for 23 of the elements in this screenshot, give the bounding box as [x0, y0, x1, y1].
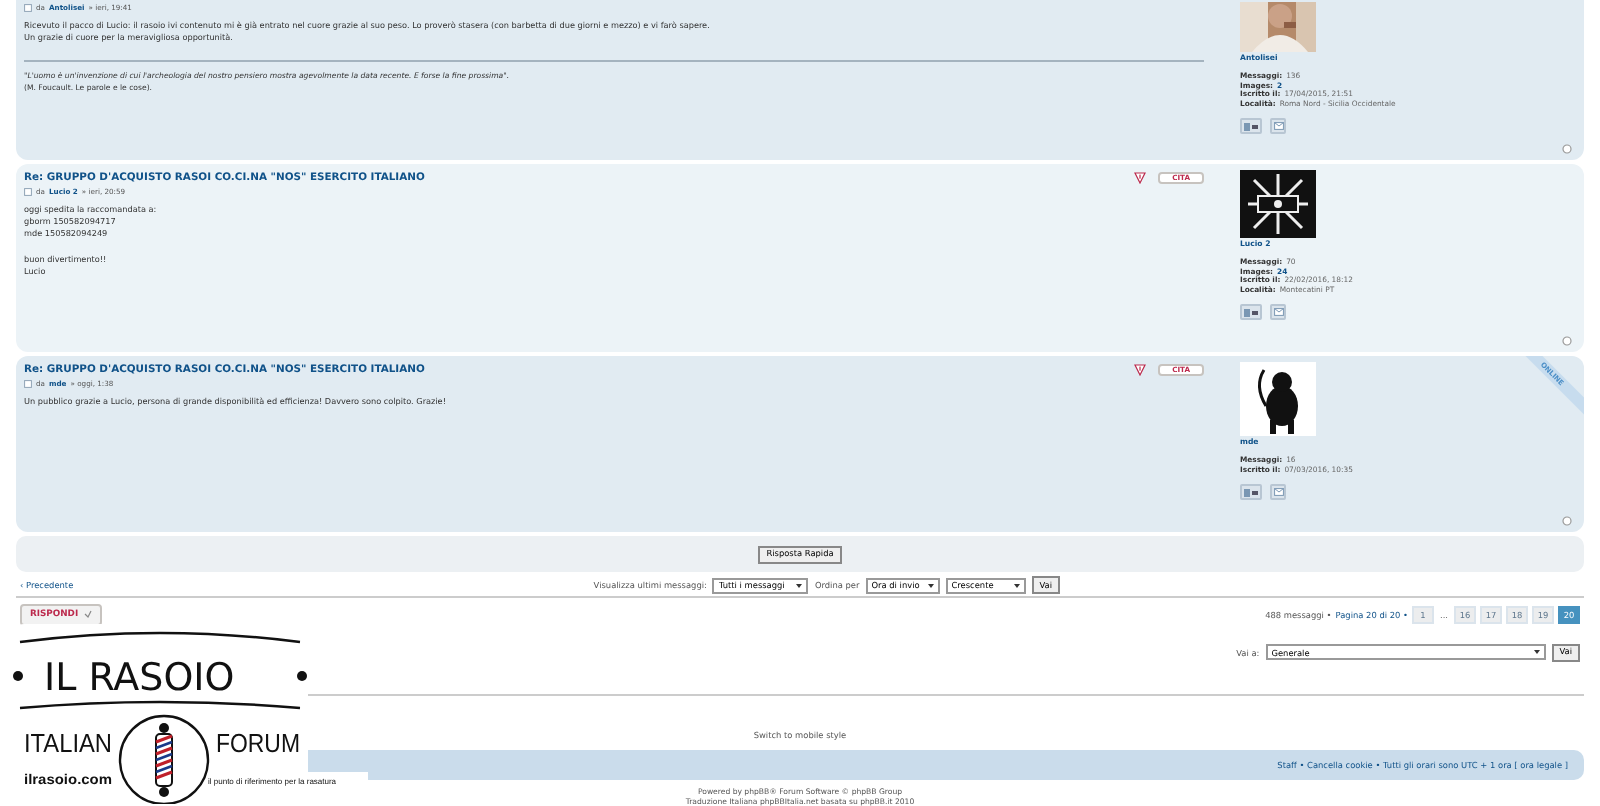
- email-icon[interactable]: [1270, 484, 1286, 501]
- caret-icon: [1533, 650, 1540, 654]
- caret-icon: [1013, 583, 1020, 587]
- logo-title: IL RASOIO: [44, 656, 235, 700]
- post-icon: [24, 188, 32, 196]
- back-to-top-icon[interactable]: [1562, 144, 1572, 154]
- post-icon: [24, 4, 32, 12]
- caret-icon: [927, 583, 934, 587]
- message-icon[interactable]: [1240, 484, 1262, 501]
- check-icon: [84, 610, 93, 618]
- message-icon[interactable]: [1240, 118, 1262, 135]
- message-icon[interactable]: [1240, 304, 1262, 321]
- back-to-top-icon[interactable]: [1562, 516, 1572, 526]
- post-icon: [24, 380, 32, 388]
- report-icon[interactable]: [1134, 172, 1147, 184]
- caret-icon: [796, 583, 803, 587]
- report-icon[interactable]: [1134, 364, 1147, 376]
- logo-text: FORUM: [216, 728, 312, 758]
- email-icon[interactable]: [1270, 304, 1286, 321]
- logo-text: ITALIAN: [24, 728, 121, 758]
- barber-pole-icon: [154, 723, 174, 797]
- email-icon[interactable]: [1270, 118, 1286, 135]
- back-to-top-icon[interactable]: [1562, 336, 1572, 346]
